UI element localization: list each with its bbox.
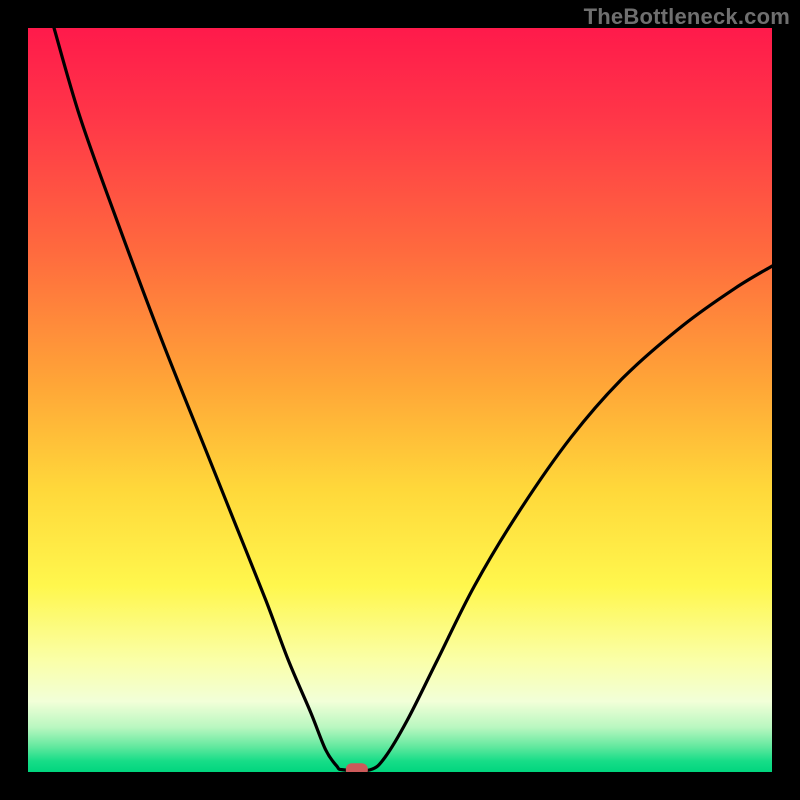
- chart-frame: TheBottleneck.com: [0, 0, 800, 800]
- optimal-point-marker: [346, 763, 368, 772]
- chart-svg: [28, 28, 772, 772]
- watermark-text: TheBottleneck.com: [584, 4, 790, 30]
- plot-area: [28, 28, 772, 772]
- gradient-background: [28, 28, 772, 772]
